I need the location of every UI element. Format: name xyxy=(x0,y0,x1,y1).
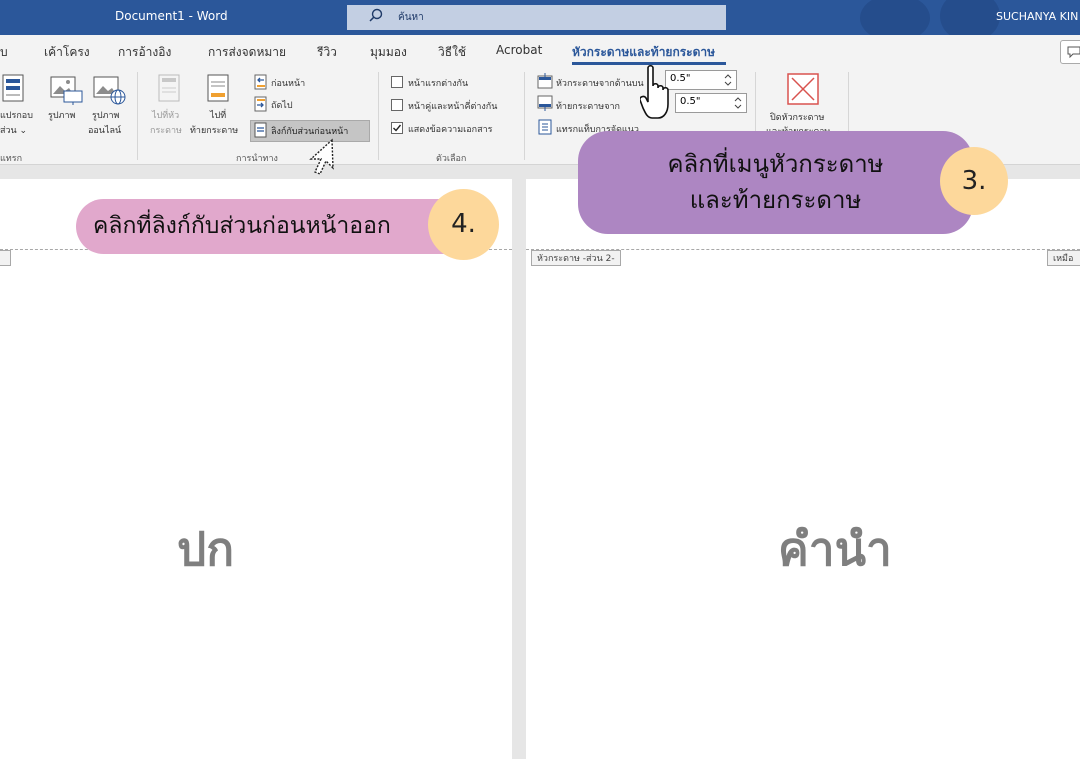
comment-button[interactable] xyxy=(1060,40,1080,64)
show-document-text-checkbox[interactable] xyxy=(391,122,403,134)
footer-position-icon xyxy=(537,95,553,111)
page-cover[interactable] xyxy=(0,179,512,759)
step3-line2: และท้ายกระดาษ xyxy=(689,186,862,214)
header-tag-left xyxy=(0,250,11,266)
cover-title: ปก xyxy=(177,522,235,576)
step3-number-badge: 3. xyxy=(940,147,1008,215)
online-pictures-label[interactable]: รูปภาพ xyxy=(92,108,119,122)
tab-mailings[interactable]: การส่งจดหมาย xyxy=(208,43,286,62)
header-position-icon xyxy=(537,73,553,89)
tab-review[interactable]: รีวิว xyxy=(317,43,337,62)
step4-number-badge: 4. xyxy=(428,189,499,260)
quick-parts-label[interactable]: แปรกอบ xyxy=(0,108,33,122)
header-from-top-label: หัวกระดาษจากด้านบน xyxy=(556,79,644,89)
close-header-footer-label[interactable]: ปิดหัวกระดาษ xyxy=(770,110,825,124)
tab-header-footer[interactable]: หัวกระดาษและท้ายกระดาษ xyxy=(572,43,715,62)
previous-label[interactable]: ก่อนหน้า xyxy=(271,76,305,90)
tab-draw[interactable]: บ xyxy=(0,43,8,62)
pictures-icon[interactable] xyxy=(50,76,84,106)
go-to-header-label-2: กระดาษ xyxy=(150,126,182,136)
group-separator xyxy=(137,72,138,160)
go-to-footer-icon[interactable] xyxy=(207,74,229,102)
header-section-tag: หัวกระดาษ -ส่วน 2- xyxy=(531,250,621,266)
tab-layout[interactable]: เค้าโครง xyxy=(44,43,90,62)
next-icon[interactable] xyxy=(254,96,268,112)
window-title: Document1 - Word xyxy=(115,9,228,23)
insert-group-label: แทรก xyxy=(0,154,23,164)
tab-help[interactable]: วิธีใช้ xyxy=(438,43,466,62)
step3-line1: คลิกที่เมนูหัวกระดาษ xyxy=(667,150,884,178)
go-to-header-icon xyxy=(158,74,180,102)
comment-icon xyxy=(1067,46,1080,58)
navigation-group-label: การนำทาง xyxy=(236,154,278,164)
hand-cursor-icon xyxy=(640,64,669,119)
next-label[interactable]: ถัดไป xyxy=(271,98,293,112)
footer-from-bottom-label: ท้ายกระดาษจาก xyxy=(556,102,620,112)
different-odd-even-label[interactable]: หน้าคู่และหน้าคี่ต่างกัน xyxy=(408,99,497,113)
online-pictures-icon[interactable] xyxy=(93,76,127,106)
close-header-footer-icon[interactable] xyxy=(787,73,819,105)
alignment-tab-icon[interactable] xyxy=(538,119,552,135)
go-to-header-label: ไปที่หัว xyxy=(152,111,180,121)
different-first-page-label[interactable]: หน้าแรกต่างกัน xyxy=(408,76,468,90)
step3-callout-text: คลิกที่เมนูหัวกระดาษ และท้ายกระดาษ xyxy=(578,146,973,218)
online-pictures-label-2[interactable]: ออนไลน์ xyxy=(88,123,121,137)
search-icon[interactable] xyxy=(368,8,384,24)
link-to-previous-icon xyxy=(254,122,267,138)
spinner-arrows-icon[interactable] xyxy=(724,73,732,87)
different-odd-even-checkbox[interactable] xyxy=(391,99,403,111)
tab-acrobat[interactable]: Acrobat xyxy=(496,43,542,57)
step4-callout-text: คลิกที่ลิงก์กับส่วนก่อนหน้าออก xyxy=(93,213,391,239)
go-to-footer-label-2[interactable]: ท้ายกระดาษ xyxy=(190,123,238,137)
go-to-footer-label[interactable]: ไปที่ xyxy=(210,108,226,122)
previous-icon[interactable] xyxy=(254,74,268,90)
preface-title: คำนำ xyxy=(778,522,892,576)
link-to-previous-label: ลิงก์กับส่วนก่อนหน้า xyxy=(271,127,349,137)
spinner-arrows-icon[interactable] xyxy=(734,96,742,110)
show-document-text-label[interactable]: แสดงข้อความเอกสาร xyxy=(408,122,492,136)
pictures-label[interactable]: รูปภาพ xyxy=(48,108,75,122)
search-placeholder[interactable]: ค้นหา xyxy=(398,10,424,25)
checkmark-icon xyxy=(393,124,402,132)
user-name[interactable]: SUCHANYA KIN xyxy=(996,10,1078,23)
different-first-page-checkbox[interactable] xyxy=(391,76,403,88)
quick-parts-label-2[interactable]: ส่วน ⌄ xyxy=(0,123,27,137)
options-group-label: ตัวเลือก xyxy=(436,154,467,164)
tab-view[interactable]: มุมมอง xyxy=(370,43,407,62)
group-separator xyxy=(378,72,379,160)
group-separator xyxy=(524,72,525,160)
quick-parts-icon[interactable] xyxy=(2,74,24,102)
tab-references[interactable]: การอ้างอิง xyxy=(118,43,171,62)
footer-distance-value[interactable]: 0.5" xyxy=(680,96,701,107)
same-as-previous-tag: เหมือ xyxy=(1047,250,1080,266)
footer-distance-input[interactable]: 0.5" xyxy=(675,93,747,113)
